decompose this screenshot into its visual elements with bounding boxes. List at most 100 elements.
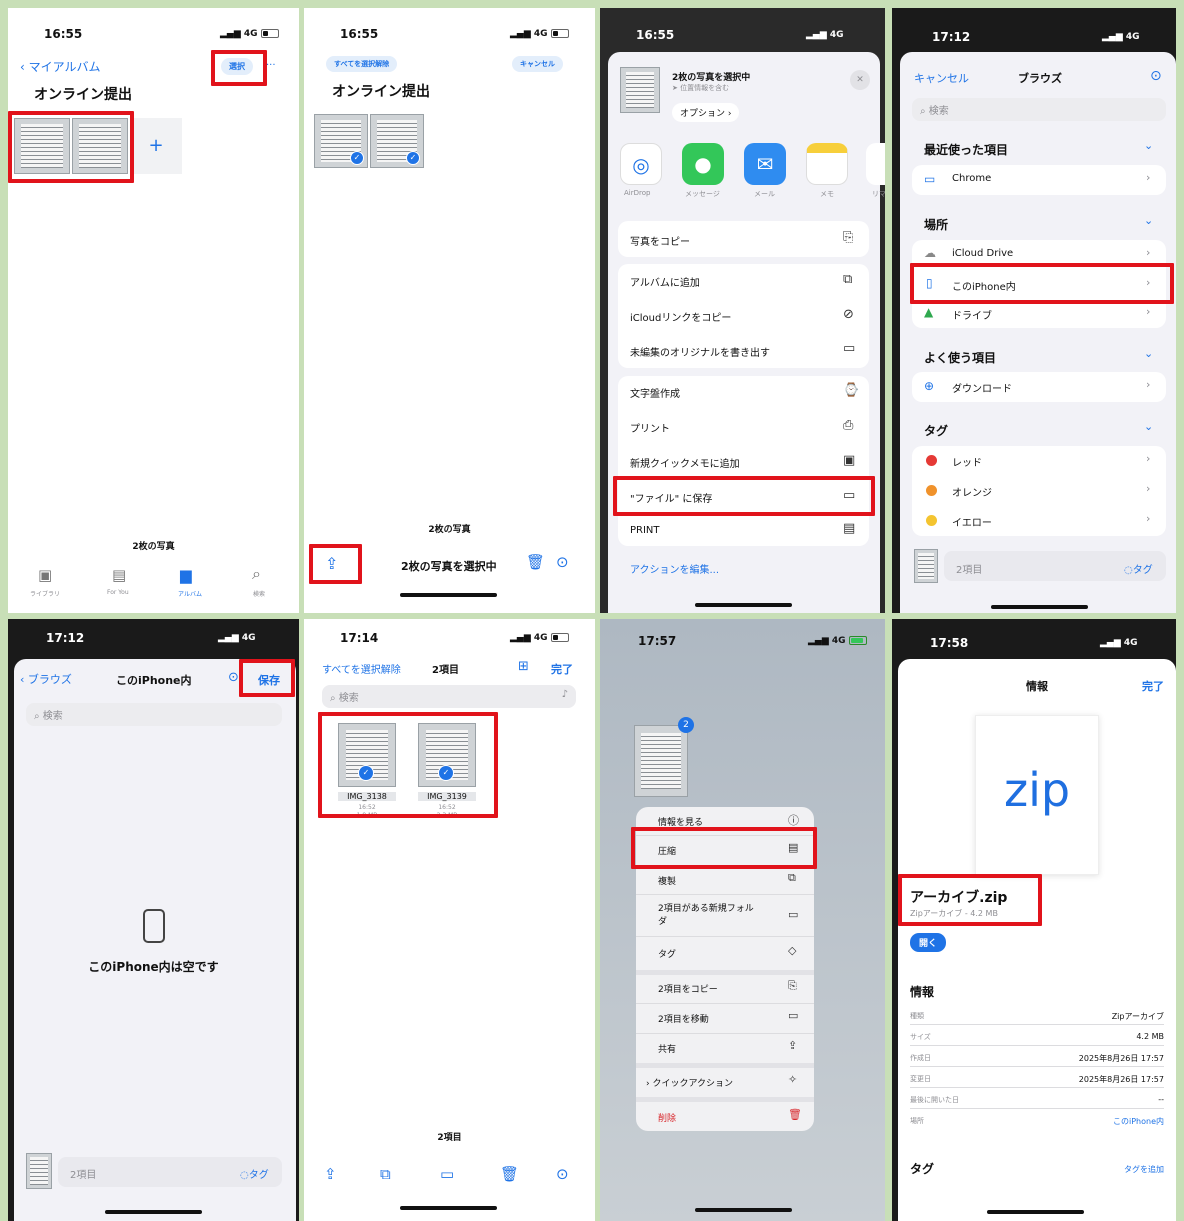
item-chrome[interactable]: Chrome <box>952 173 991 184</box>
search-icon: ⌕ <box>330 693 339 704</box>
tag-yellow[interactable]: イエロー <box>952 514 992 529</box>
share-icon[interactable]: ⇪ <box>324 1165 337 1183</box>
orange-tag-icon <box>926 485 937 496</box>
menu-move-items[interactable]: 2項目を移動 <box>658 1012 709 1025</box>
menu-new-folder[interactable]: 2項目がある新規フォルダ <box>658 903 758 929</box>
share-title: 2枚の写真を選択中 <box>672 73 751 83</box>
mic-icon[interactable]: ♪ <box>562 689 568 700</box>
menu-share[interactable]: 共有 <box>658 1042 676 1055</box>
cancel-button[interactable]: キャンセル <box>512 56 563 72</box>
divider <box>636 1003 814 1004</box>
foryou-tab-icon[interactable]: ▤ <box>112 566 126 584</box>
add-photo-button[interactable]: + <box>130 118 182 174</box>
chevron-down-icon[interactable]: ⌄ <box>1144 347 1153 360</box>
album-tab-icon[interactable]: ▆ <box>180 566 192 584</box>
reminders-icon[interactable] <box>866 143 885 185</box>
items-count: 2項目 <box>956 565 983 576</box>
mail-icon[interactable]: ✉ <box>744 143 786 185</box>
chevron-right-icon: › <box>1146 482 1151 495</box>
messages-icon[interactable]: ● <box>682 143 724 185</box>
status-time: 17:12 <box>46 631 85 645</box>
item-drive[interactable]: ドライブ <box>952 307 992 322</box>
menu-quick-actions[interactable]: › クイックアクション <box>646 1076 733 1089</box>
search-tab-icon[interactable]: ⌕ <box>252 564 261 584</box>
action-export-original[interactable]: 未編集のオリジナルを書き出す <box>630 344 770 359</box>
action-add-album[interactable]: アルバムに追加 <box>630 274 700 289</box>
more-icon[interactable]: ··· <box>266 60 276 71</box>
tab-library[interactable]: ライブラリ <box>30 589 60 598</box>
cancel-button[interactable]: キャンセル <box>914 70 969 86</box>
status-time: 17:14 <box>340 631 379 645</box>
airdrop-icon[interactable]: ◎ <box>620 143 662 185</box>
more-circle-icon[interactable]: ⊙ <box>556 1165 569 1183</box>
edit-actions-link[interactable]: アクションを編集... <box>630 561 719 576</box>
tag-red[interactable]: レッド <box>952 454 982 469</box>
action-icloud-link[interactable]: iCloudリンクをコピー <box>630 309 731 324</box>
action-copy-photo[interactable]: 写真をコピー <box>630 233 690 248</box>
duplicate-icon[interactable]: ⧉ <box>380 1165 391 1183</box>
app-airdrop[interactable]: AirDrop <box>624 189 650 197</box>
chevron-down-icon[interactable]: ⌄ <box>1144 420 1153 433</box>
more-circle-icon[interactable]: ⊙ <box>228 670 239 685</box>
options-button[interactable]: オプション › <box>672 103 740 122</box>
app-reminders[interactable]: リマ <box>872 189 885 199</box>
menu-delete[interactable]: 削除 <box>658 1111 676 1124</box>
item-download[interactable]: ダウンロード <box>952 380 1012 395</box>
tag-button[interactable]: ◌タグ <box>240 1166 269 1181</box>
menu-tag[interactable]: タグ <box>658 947 676 960</box>
action-watch-face[interactable]: 文字盤作成 <box>630 385 680 400</box>
section-favorites: よく使う項目 <box>924 351 997 365</box>
chevron-down-icon[interactable]: ⌄ <box>1144 214 1153 227</box>
more-circle-icon[interactable]: ⊙ <box>1150 68 1162 84</box>
open-button[interactable]: 開く <box>910 933 947 952</box>
item-icloud[interactable]: iCloud Drive <box>952 248 1013 259</box>
trash-icon[interactable]: 🗑 <box>526 553 545 571</box>
app-messages[interactable]: メッセージ <box>685 189 720 199</box>
divider <box>636 894 814 895</box>
tag-icon: ◌ <box>1124 565 1133 576</box>
panel-file-info: 17:58 ▂▄▆ 4G 情報 完了 zip アーカイブ.zip Zipアーカイ… <box>892 619 1176 1221</box>
status-bar: ▂▄▆ 4G <box>1100 638 1138 648</box>
section-tags: タグ <box>924 424 949 438</box>
more-circle-icon[interactable]: ⊙ <box>556 553 569 571</box>
notes-icon[interactable] <box>806 143 848 185</box>
tag-orange[interactable]: オレンジ <box>952 484 992 499</box>
menu-copy-items[interactable]: 2項目をコピー <box>658 982 718 995</box>
chevron-down-icon[interactable]: ⌄ <box>1144 139 1153 152</box>
deselect-all-button[interactable]: すべてを選択解除 <box>326 56 398 72</box>
search-input[interactable]: ⌕ 検索 <box>912 98 1166 121</box>
duplicate-icon: ⧉ <box>788 871 796 884</box>
deselect-all-button[interactable]: すべてを選択解除 <box>322 661 401 676</box>
action-print-app[interactable]: PRINT <box>630 525 660 536</box>
done-button[interactable]: 完了 <box>551 661 573 677</box>
menu-duplicate[interactable]: 複製 <box>658 874 676 887</box>
back-button[interactable]: ‹ ブラウズ <box>20 671 72 687</box>
tab-search[interactable]: 検索 <box>253 589 265 598</box>
done-button[interactable]: 完了 <box>1142 678 1164 694</box>
divider <box>636 970 814 975</box>
search-input[interactable]: ⌕ 検索 <box>26 703 282 726</box>
red-tag-icon <box>926 455 937 466</box>
trash-icon[interactable]: 🗑 <box>500 1165 519 1183</box>
info-key-where: 場所 <box>910 1117 924 1125</box>
close-icon[interactable]: ✕ <box>850 70 870 90</box>
library-tab-icon[interactable]: ▣ <box>38 566 52 584</box>
action-print[interactable]: プリント <box>630 420 670 435</box>
chevron-right-icon: › <box>1146 171 1151 184</box>
tag-button[interactable]: ◌タグ <box>1124 561 1153 576</box>
tab-album[interactable]: アルバム <box>178 589 202 598</box>
battery-icon <box>550 29 569 38</box>
app-notes[interactable]: メモ <box>820 189 834 199</box>
app-mail[interactable]: メール <box>754 189 775 199</box>
back-button[interactable]: ‹ マイアルバム <box>20 58 101 75</box>
add-tag-link[interactable]: タグを追加 <box>1124 1164 1164 1175</box>
search-input[interactable]: ⌕ 検索 ♪ <box>322 685 576 708</box>
tab-foryou[interactable]: For You <box>107 589 129 596</box>
info-val-where[interactable]: このiPhone内 <box>1113 1116 1164 1127</box>
chevron-right-icon: › <box>1146 378 1151 391</box>
action-quick-note[interactable]: 新規クイックメモに追加 <box>630 455 740 470</box>
print-app-icon: ▤ <box>843 521 856 536</box>
grid-icon[interactable]: ⊞ <box>518 659 529 674</box>
list-group <box>912 372 1166 402</box>
folder-icon[interactable]: ▭ <box>440 1165 454 1183</box>
